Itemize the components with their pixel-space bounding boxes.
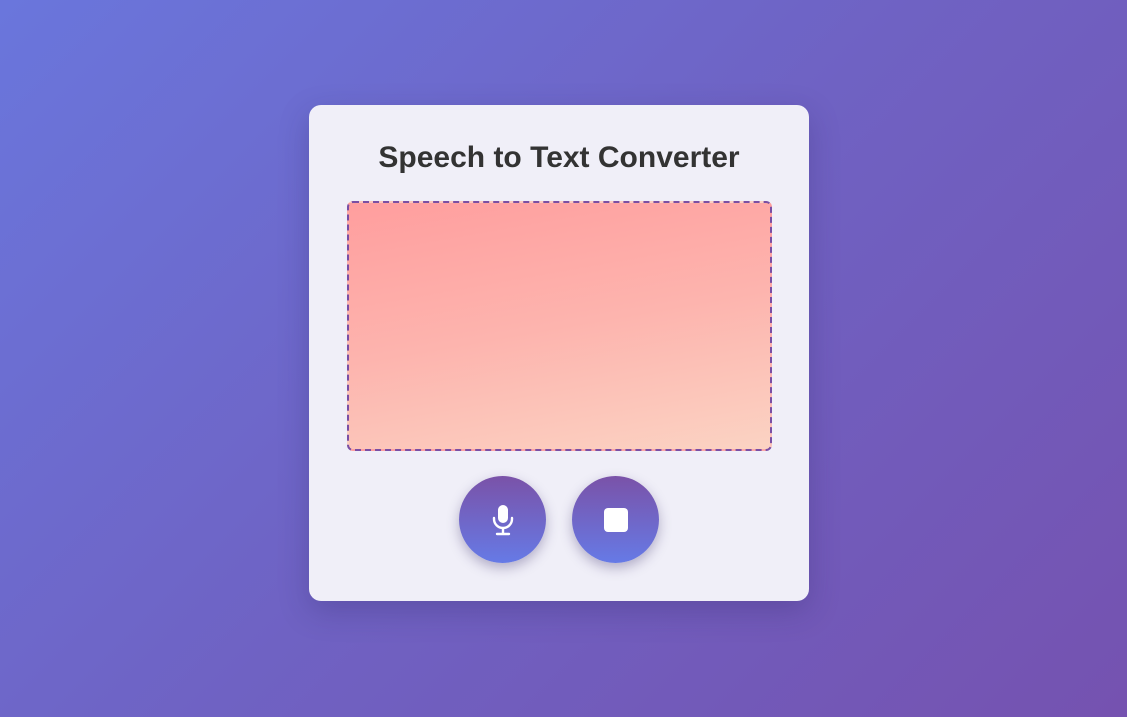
start-recording-button[interactable] bbox=[459, 476, 546, 563]
transcript-output-box[interactable] bbox=[347, 201, 772, 451]
microphone-icon bbox=[492, 504, 513, 535]
converter-card: Speech to Text Converter bbox=[309, 105, 809, 601]
stop-icon bbox=[603, 507, 628, 532]
stop-recording-button[interactable] bbox=[572, 476, 659, 563]
page-title: Speech to Text Converter bbox=[378, 141, 740, 174]
